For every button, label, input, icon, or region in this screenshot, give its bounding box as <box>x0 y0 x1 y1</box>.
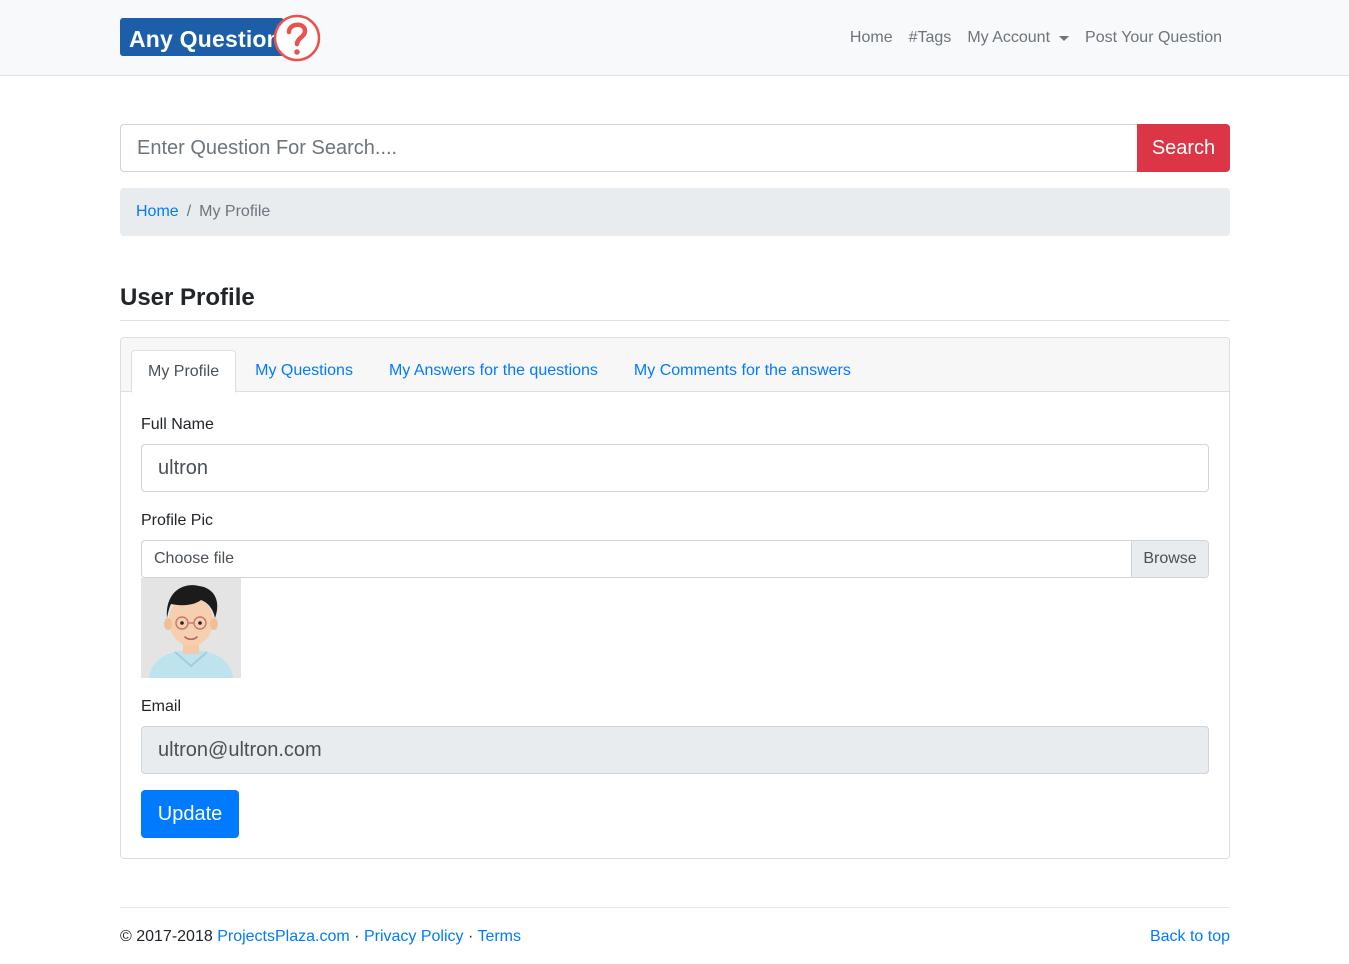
avatar-illustration <box>141 578 241 678</box>
page-title: User Profile <box>120 284 255 311</box>
browse-button[interactable]: Browse <box>1131 541 1208 577</box>
breadcrumb-current: My Profile <box>199 203 271 220</box>
navbar: Any Question Home #Tags My Account Post … <box>0 0 1349 76</box>
privacy-policy-link[interactable]: Privacy Policy <box>364 928 464 945</box>
back-to-top-link[interactable]: Back to top <box>1150 928 1230 945</box>
terms-link[interactable]: Terms <box>477 928 521 945</box>
full-name-value: ultron <box>158 456 209 479</box>
footer-right: Back to top <box>1150 928 1230 946</box>
full-name-label: Full Name <box>141 416 214 433</box>
nav-post-question[interactable]: Post Your Question <box>1085 29 1222 47</box>
footer-copyright: © 2017-2018 ProjectsPlaza.com · Privacy … <box>120 928 521 946</box>
email-field: ultron@ultron.com <box>141 726 1209 774</box>
question-mark-icon <box>273 14 321 62</box>
nav-tags[interactable]: #Tags <box>909 29 952 47</box>
site-link[interactable]: ProjectsPlaza.com <box>217 928 350 945</box>
breadcrumb-home[interactable]: Home <box>136 203 179 221</box>
title-divider <box>120 320 1230 321</box>
footer-dot-1: · <box>354 928 360 945</box>
footer-divider <box>120 907 1230 908</box>
profile-card: My Profile My Questions My Answers for t… <box>120 337 1230 859</box>
search-button[interactable]: Search <box>1137 124 1230 172</box>
breadcrumb: Home / My Profile <box>120 188 1230 236</box>
update-button[interactable]: Update <box>141 790 239 838</box>
full-name-field[interactable]: ultron <box>141 444 1209 492</box>
email-label: Email <box>141 698 182 715</box>
breadcrumb-separator: / <box>186 203 192 220</box>
main-nav: Home #Tags My Account Post Your Question <box>834 0 1222 76</box>
profile-tabs: My Profile My Questions My Answers for t… <box>131 350 870 393</box>
file-placeholder: Choose file <box>154 550 235 567</box>
nav-my-account[interactable]: My Account <box>967 29 1070 47</box>
brand-logo[interactable]: Any Question <box>120 13 322 63</box>
profile-pic-label: Profile Pic <box>141 512 214 529</box>
profile-pic-file-input[interactable]: Choose file Browse <box>141 540 1209 578</box>
search-input[interactable] <box>120 124 1137 172</box>
footer-dot-2: · <box>467 928 474 945</box>
card-header: My Profile My Questions My Answers for t… <box>121 338 1229 393</box>
tab-my-answers[interactable]: My Answers for the questions <box>372 350 615 392</box>
tab-my-profile[interactable]: My Profile <box>131 350 237 393</box>
nav-my-account-label: My Account <box>967 29 1051 46</box>
avatar <box>141 578 241 678</box>
caret-down-icon <box>1059 35 1070 41</box>
brand-logo-box: Any Question <box>120 18 284 56</box>
search-bar: Search <box>120 124 1230 172</box>
email-value: ultron@ultron.com <box>158 738 322 761</box>
brand-name: Any Question <box>129 26 281 52</box>
copyright-text: © 2017-2018 <box>120 928 213 945</box>
nav-home[interactable]: Home <box>850 29 893 47</box>
tab-my-questions[interactable]: My Questions <box>238 350 370 392</box>
tab-my-comments[interactable]: My Comments for the answers <box>617 350 868 392</box>
